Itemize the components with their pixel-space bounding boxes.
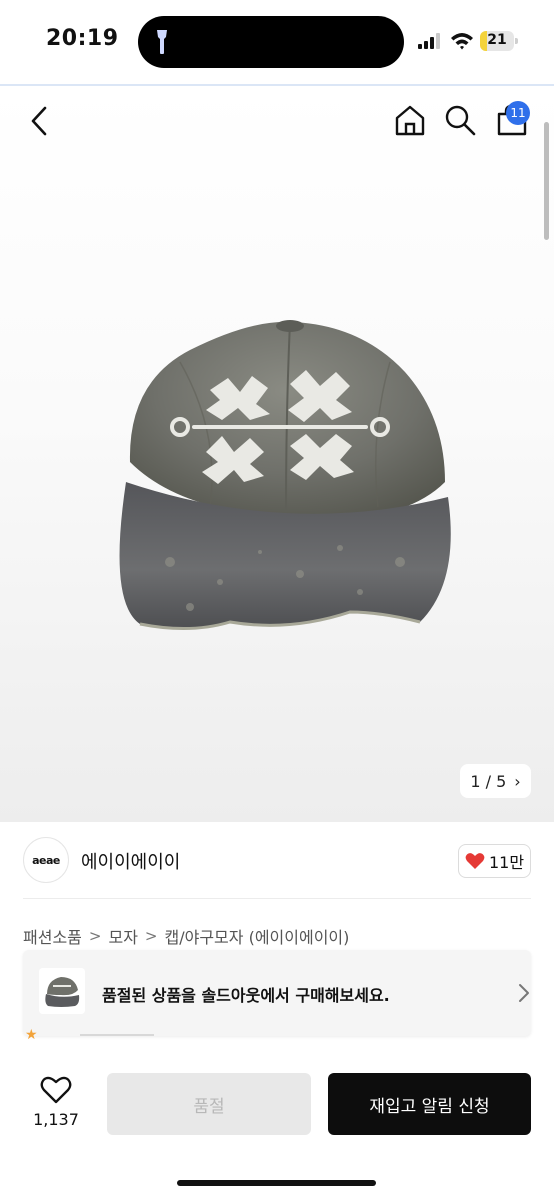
breadcrumb-item-hats[interactable]: 모자 xyxy=(108,924,137,948)
breadcrumb-separator: > xyxy=(88,927,102,945)
product-image-cap[interactable] xyxy=(100,312,460,662)
status-time: 20:19 xyxy=(46,26,119,51)
battery-cap xyxy=(515,38,518,44)
heart-filled-icon xyxy=(465,853,485,869)
cart-count-badge: 11 xyxy=(506,101,530,125)
product-detail-page: 20:19 21 11 1 / 5 › aeae 에이이에이이 11만 패션소품… xyxy=(0,0,554,1200)
home-indicator xyxy=(177,1180,376,1186)
section-divider xyxy=(23,898,531,899)
banner-product-thumbnail xyxy=(39,968,85,1014)
image-page-counter[interactable]: 1 / 5 › xyxy=(460,764,531,798)
chevron-right-icon xyxy=(519,984,529,1002)
breadcrumb-item-fashion[interactable]: 패션소품 xyxy=(23,924,82,948)
soldout-button: 품절 xyxy=(107,1073,311,1135)
breadcrumb-item-caps[interactable]: 캡/야구모자 (에이이에이이) xyxy=(165,924,350,948)
flashlight-icon xyxy=(157,30,167,54)
content-peek-line xyxy=(80,1034,154,1036)
breadcrumb-separator: > xyxy=(144,927,158,945)
seller-name[interactable]: 에이이에이이 xyxy=(81,848,180,874)
seller-row: aeae 에이이에이이 11만 xyxy=(0,822,554,898)
wishlist-button[interactable]: 1,137 xyxy=(22,1074,90,1136)
home-icon[interactable] xyxy=(393,103,427,137)
banner-text: 품절된 상품을 솔드아웃에서 구매해보세요. xyxy=(102,986,390,1005)
top-navigation xyxy=(0,86,554,156)
battery-percent: 21 xyxy=(487,32,507,48)
heart-outline-icon xyxy=(40,1076,72,1104)
brand-like-count: 11만 xyxy=(488,853,525,872)
brand-like-button[interactable]: 11만 xyxy=(458,844,531,878)
image-counter-text: 1 / 5 xyxy=(470,771,507,791)
seller-logo-avatar[interactable]: aeae xyxy=(23,837,69,883)
rating-star-icon: ★ xyxy=(25,1027,38,1043)
status-bar: 20:19 21 xyxy=(0,0,554,84)
chevron-left-icon[interactable] xyxy=(23,104,57,138)
bottom-action-bar: 1,137 품절 재입고 알림 신청 xyxy=(0,1046,554,1200)
restock-alert-button[interactable]: 재입고 알림 신청 xyxy=(328,1073,531,1135)
soldout-promo-banner[interactable]: 품절된 상품을 솔드아웃에서 구매해보세요. xyxy=(23,950,531,1036)
battery-indicator: 21 xyxy=(480,31,518,51)
seller-logo-text: aeae xyxy=(32,853,60,867)
chevron-right-icon: › xyxy=(514,771,521,791)
battery-body: 21 xyxy=(480,31,514,51)
cellular-signal-icon xyxy=(418,33,440,49)
search-icon[interactable] xyxy=(443,103,477,137)
wishlist-count: 1,137 xyxy=(33,1110,79,1129)
dynamic-island xyxy=(138,16,404,68)
wifi-icon xyxy=(451,33,473,50)
breadcrumb: 패션소품 > 모자 > 캡/야구모자 (에이이에이이) xyxy=(23,924,349,948)
